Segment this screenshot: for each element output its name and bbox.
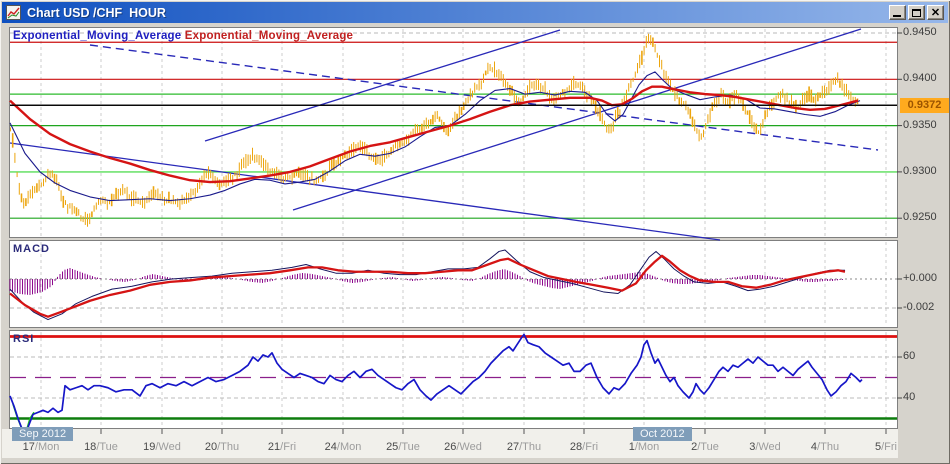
indicator-header: Exponential_Moving_Average Exponential_M… [13, 30, 353, 42]
price-axis-label: 0.9450 [903, 26, 937, 38]
rsi-axis-label: 60 [903, 350, 916, 362]
ema-label-red: Exponential_Moving_Average [184, 30, 354, 42]
date-axis-label: 2/Tue [691, 441, 719, 453]
date-axis-label: 17/Mon [22, 441, 60, 453]
date-axis-label: 26/Wed [444, 441, 482, 453]
month-badge: Oct 2012 [633, 427, 692, 441]
date-axis-label: 27/Thu [506, 441, 542, 453]
date-axis-label: 28/Fri [569, 441, 599, 453]
app-window: Chart USD /CHF HOUR ✕ Exponential_Moving… [0, 0, 950, 464]
price-chart-panel[interactable] [10, 28, 897, 237]
date-axis-label: 20/Thu [204, 441, 240, 453]
macd-panel-label: MACD [13, 243, 50, 255]
date-axis-label: 1/Mon [628, 441, 660, 453]
date-axis-label: 21/Fri [267, 441, 297, 453]
date-axis-label: 3/Wed [749, 441, 781, 453]
ema-label-blue: Exponential_Moving_Average [13, 30, 182, 42]
price-axis-label: 0.9350 [903, 118, 937, 131]
date-axis-label: 4/Thu [810, 441, 840, 453]
month-badge: Sep 2012 [12, 427, 74, 441]
current-price-badge: 0.9372 [900, 97, 949, 113]
macd-axis-label: -0.002 [903, 301, 935, 313]
date-axis-label: 19/Wed [143, 441, 181, 453]
macd-panel[interactable] [10, 241, 897, 327]
price-axis-label: 0.9300 [903, 164, 937, 177]
date-axis-label: 24/Mon [324, 441, 362, 453]
rsi-panel-label: RSI [13, 333, 35, 345]
price-axis-label: 0.9400 [903, 72, 937, 85]
date-axis-label: 25/Tue [386, 441, 420, 453]
rsi-axis-label: 40 [903, 391, 916, 403]
date-axis-label: 5/Fri [874, 441, 897, 453]
macd-axis-label: +0.000 [903, 272, 937, 284]
rsi-panel[interactable] [10, 331, 897, 428]
price-axis-label: 0.9250 [903, 211, 937, 224]
date-axis-label: 18/Tue [84, 441, 118, 453]
